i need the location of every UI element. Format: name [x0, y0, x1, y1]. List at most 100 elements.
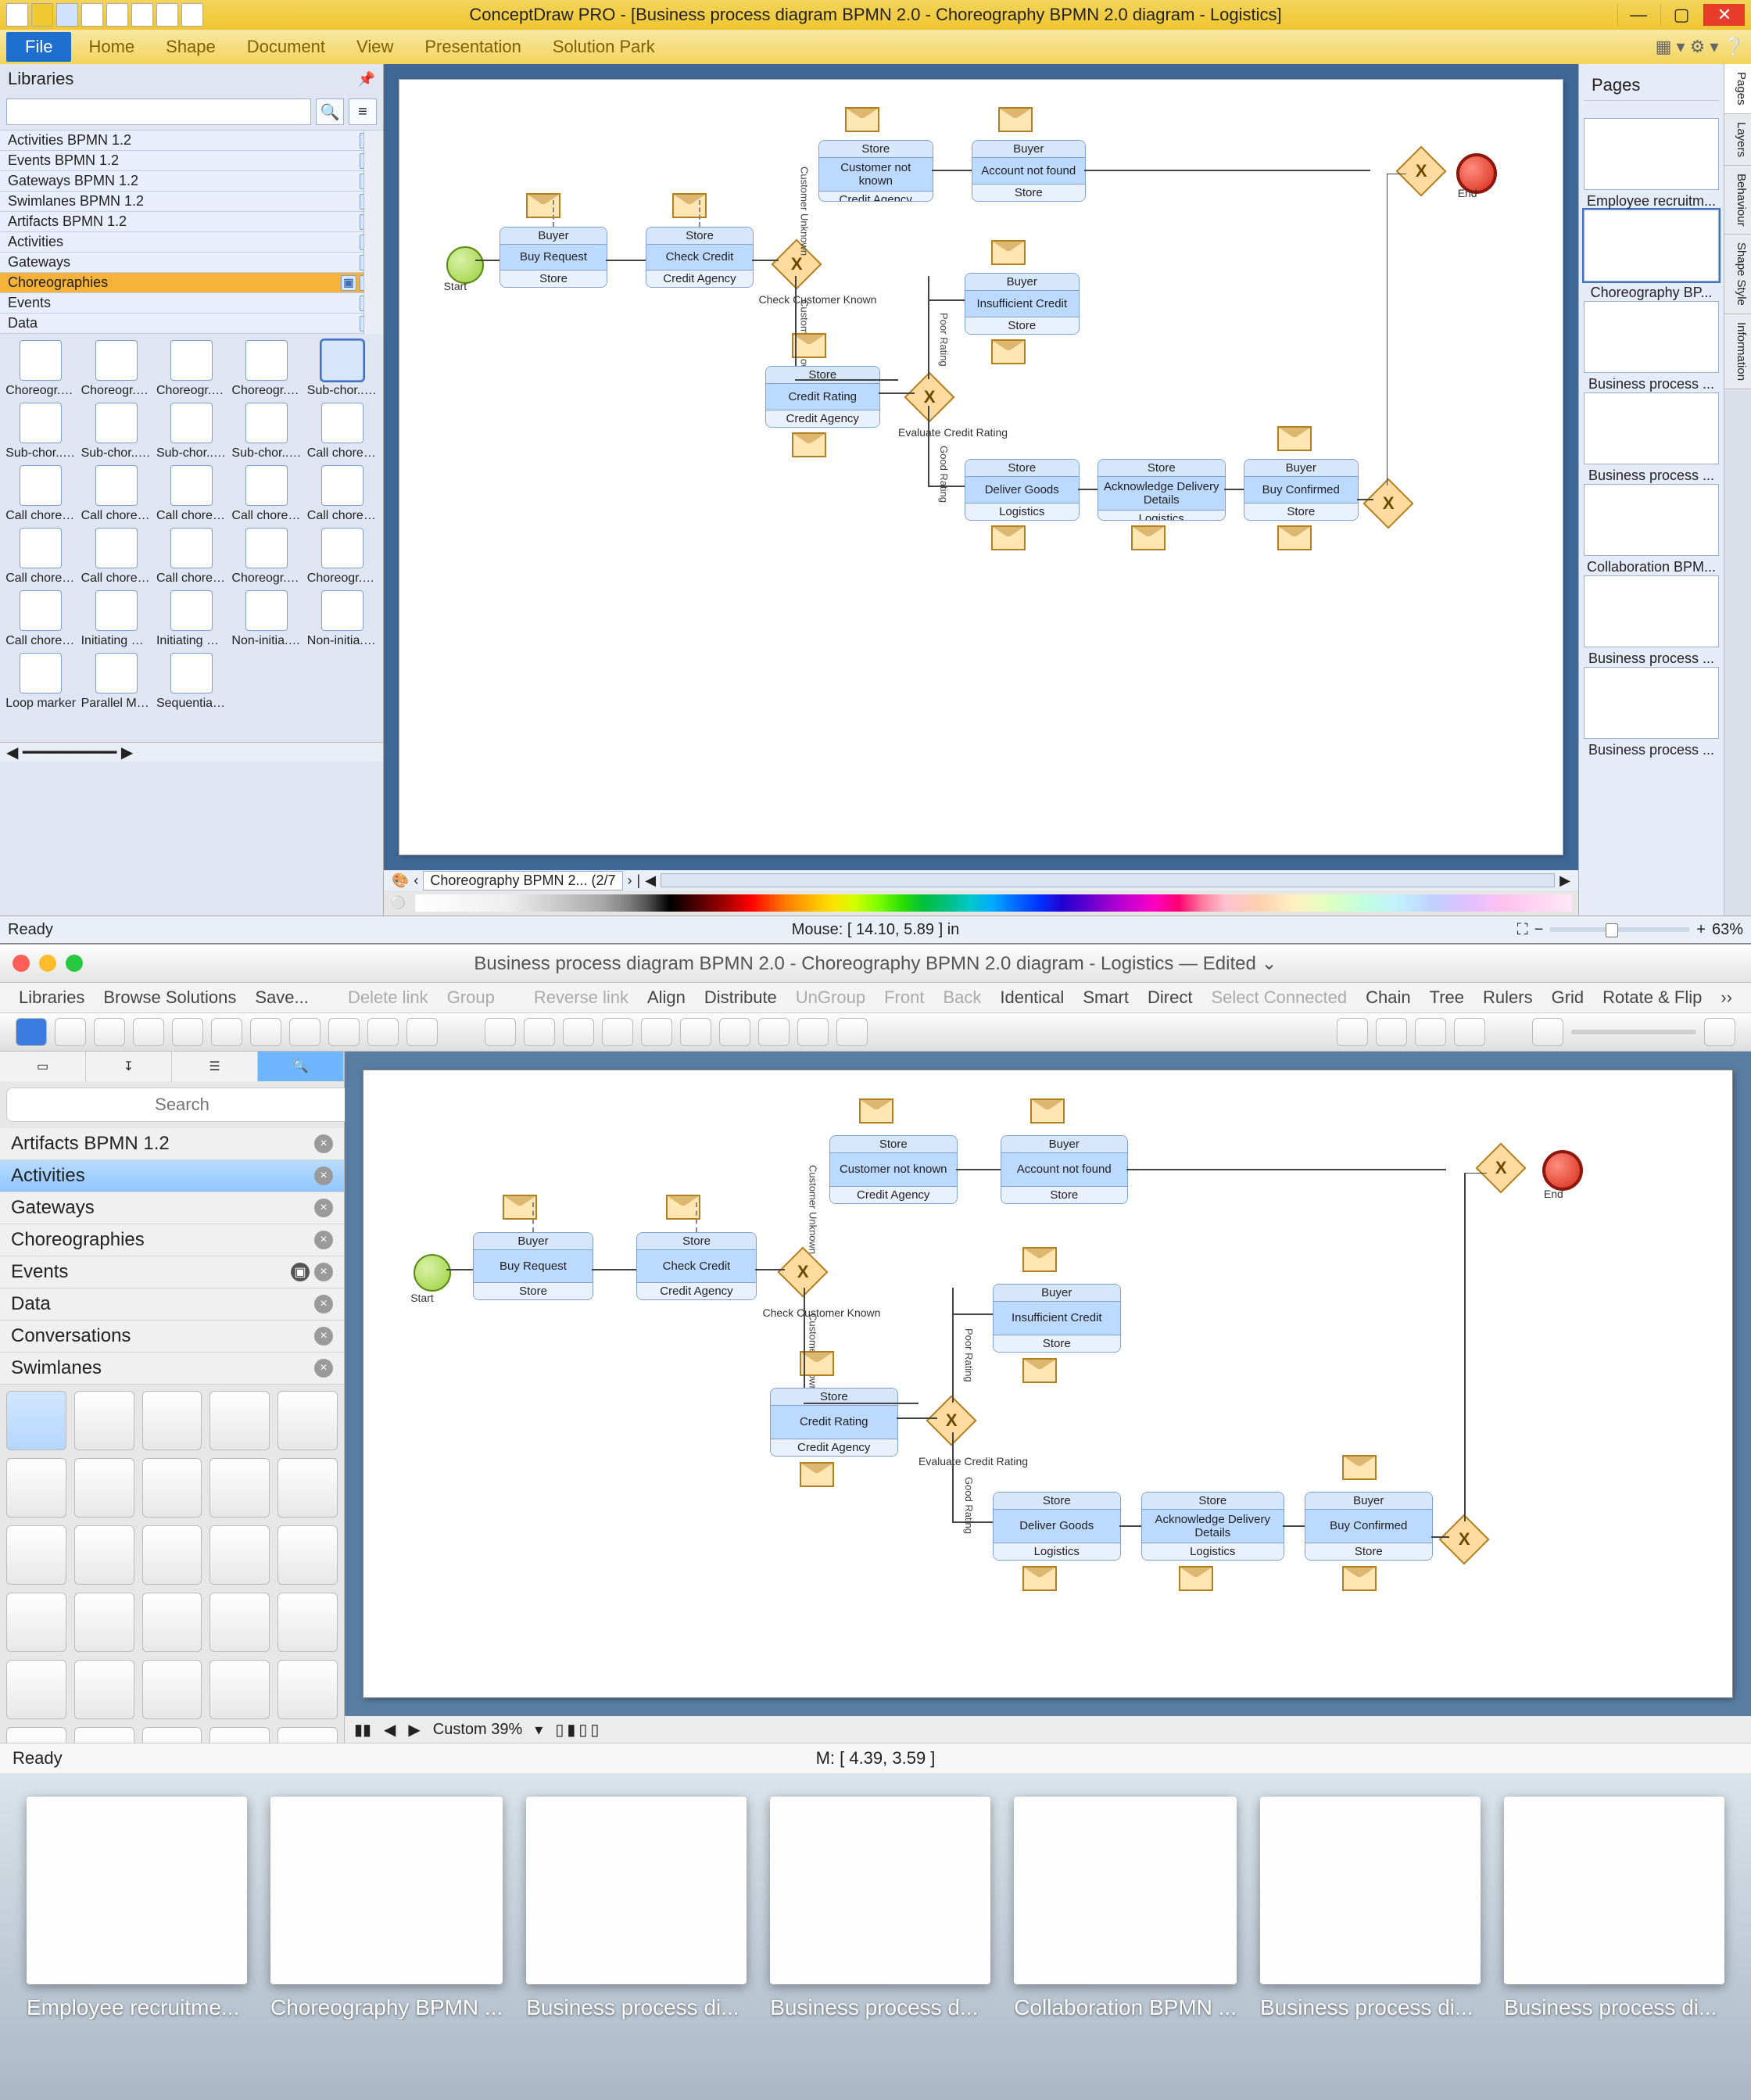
- task-buy_request[interactable]: BuyerBuy RequestStore: [500, 227, 607, 288]
- shape-item[interactable]: [278, 1593, 338, 1652]
- shape-item[interactable]: [6, 1660, 66, 1719]
- remove-icon[interactable]: ×: [314, 1166, 333, 1185]
- lib-cat[interactable]: Events BPMN 1.2: [8, 152, 119, 169]
- menu-item[interactable]: Smart: [1083, 987, 1129, 1008]
- menu-item[interactable]: Tree: [1430, 987, 1464, 1008]
- task-credit_rating[interactable]: StoreCredit RatingCredit Agency: [765, 366, 880, 428]
- overflow-icon[interactable]: ››: [1721, 987, 1732, 1008]
- prev-icon[interactable]: ◀: [384, 1720, 396, 1740]
- shape-item[interactable]: Parallel MI marker: [80, 653, 152, 711]
- zoom-out-icon[interactable]: [1532, 1018, 1563, 1046]
- tool-button[interactable]: [133, 1018, 164, 1046]
- tool-button[interactable]: [641, 1018, 672, 1046]
- task-cust_not_known[interactable]: StoreCustomer not knownCredit Agency: [818, 140, 933, 202]
- shape-item[interactable]: [6, 1727, 66, 1743]
- menu-item[interactable]: Grid: [1552, 987, 1584, 1008]
- tool-button[interactable]: [836, 1018, 868, 1046]
- shape-item[interactable]: [278, 1525, 338, 1585]
- zoom-dropdown-icon[interactable]: ▾: [535, 1720, 542, 1740]
- shape-item[interactable]: Sequential MI marker: [156, 653, 227, 711]
- minimize-button[interactable]: —: [1617, 4, 1659, 26]
- menu-item[interactable]: Reverse link: [534, 987, 628, 1008]
- shape-item[interactable]: Call choreogr...: [156, 528, 227, 586]
- page-thumb[interactable]: Business process ...: [1584, 667, 1719, 758]
- shape-item[interactable]: Sub-chor... - sequenti...: [80, 403, 152, 460]
- menu-item[interactable]: Direct: [1148, 987, 1192, 1008]
- qat-icon[interactable]: [156, 3, 178, 27]
- lib-cat[interactable]: Choreographies: [8, 274, 108, 291]
- zoom-slider[interactable]: [1549, 927, 1690, 932]
- search-options-button[interactable]: ≡: [349, 99, 377, 125]
- gateway[interactable]: X: [1475, 1142, 1526, 1193]
- shape-item[interactable]: Choreogr... task - sequ...: [156, 340, 227, 398]
- lib-cat[interactable]: Artifacts BPMN 1.2: [8, 213, 127, 230]
- menu-item[interactable]: Identical: [1000, 987, 1064, 1008]
- tool-button[interactable]: [485, 1018, 516, 1046]
- tab-presentation[interactable]: Presentation: [410, 32, 535, 62]
- file-tab[interactable]: File: [6, 32, 71, 62]
- qat-icon[interactable]: [56, 3, 78, 27]
- tool-button[interactable]: [406, 1018, 438, 1046]
- remove-icon[interactable]: ×: [314, 1359, 333, 1378]
- shape-item[interactable]: [74, 1593, 134, 1652]
- page-thumb[interactable]: Collaboration BPM...: [1584, 484, 1719, 575]
- thumbnail-card[interactable]: Business process d...: [770, 1797, 990, 2020]
- page-thumb[interactable]: Employee recruitm...: [1584, 118, 1719, 210]
- gateway[interactable]: X: [1438, 1514, 1489, 1564]
- pan-tool[interactable]: [1376, 1018, 1407, 1046]
- qat-icon[interactable]: [31, 3, 53, 27]
- shape-item[interactable]: [278, 1391, 338, 1450]
- task-acct_not_found[interactable]: BuyerAccount not foundStore: [972, 140, 1087, 202]
- thumbnail-card[interactable]: Business process di...: [526, 1797, 747, 2020]
- eyedropper-icon[interactable]: [1415, 1018, 1446, 1046]
- mac-titlebar[interactable]: Business process diagram BPMN 2.0 - Chor…: [0, 944, 1751, 983]
- page-thumb[interactable]: Choreography BP...: [1584, 210, 1719, 301]
- menu-item[interactable]: Distribute: [704, 987, 777, 1008]
- shape-item[interactable]: Call choreogr...: [5, 590, 77, 648]
- title-bar[interactable]: ConceptDraw PRO - [Business process diag…: [0, 0, 1751, 30]
- sidetab-pages[interactable]: Pages: [1724, 64, 1751, 114]
- next-icon[interactable]: ▶: [408, 1720, 420, 1740]
- shape-item[interactable]: [278, 1727, 338, 1743]
- task-ack_delivery[interactable]: StoreAcknowledge Delivery DetailsLogisti…: [1141, 1492, 1284, 1561]
- tool-button[interactable]: [719, 1018, 750, 1046]
- library-search-input[interactable]: [6, 99, 311, 125]
- shape-item[interactable]: [142, 1391, 202, 1450]
- qat-icon[interactable]: [81, 3, 103, 27]
- sidetab-behaviour[interactable]: Behaviour: [1724, 166, 1751, 235]
- task-buy_request[interactable]: BuyerBuy RequestStore: [473, 1232, 593, 1301]
- tool-button[interactable]: [94, 1018, 125, 1046]
- measure-icon[interactable]: [1454, 1018, 1485, 1046]
- shape-item[interactable]: Call choreogr...: [80, 528, 152, 586]
- shape-item[interactable]: Choreogr... task - par...: [231, 340, 303, 398]
- tool-button[interactable]: [328, 1018, 360, 1046]
- close-button[interactable]: ✕: [1703, 4, 1745, 26]
- shape-item[interactable]: Initiating message t...: [156, 590, 227, 648]
- shape-item[interactable]: [6, 1525, 66, 1585]
- remove-icon[interactable]: ×: [314, 1263, 333, 1281]
- shape-item[interactable]: [142, 1458, 202, 1518]
- lib-cat[interactable]: Data: [8, 315, 38, 331]
- shape-item[interactable]: [74, 1458, 134, 1518]
- start-event[interactable]: [446, 246, 484, 284]
- tool-button[interactable]: [524, 1018, 555, 1046]
- remove-icon[interactable]: ×: [314, 1134, 333, 1153]
- close-icon[interactable]: [13, 955, 30, 972]
- task-insuff_credit[interactable]: BuyerInsufficient CreditStore: [993, 1284, 1121, 1353]
- view-tab[interactable]: 🔍: [258, 1052, 344, 1081]
- tool-button[interactable]: [680, 1018, 711, 1046]
- palette-gradient[interactable]: [415, 894, 1572, 912]
- color-picker-icon[interactable]: 🎨: [392, 873, 409, 889]
- shape-item[interactable]: Call choreogr...: [80, 465, 152, 523]
- drawing-canvas[interactable]: StartBuyerBuy RequestStoreStoreCheck Cre…: [363, 1070, 1732, 1697]
- shape-item[interactable]: [6, 1593, 66, 1652]
- shape-item[interactable]: [74, 1525, 134, 1585]
- cat[interactable]: Choreographies: [11, 1229, 145, 1251]
- menu-item[interactable]: UnGroup: [796, 987, 865, 1008]
- shape-item[interactable]: Sub-chor... - collapsed: [306, 340, 378, 398]
- page-tab-bar[interactable]: 🎨 ‹ Choreography BPMN 2... (2/7 ›|◀ ▶: [384, 870, 1578, 891]
- thumbnail-card[interactable]: Employee recruitme...: [27, 1797, 247, 2020]
- menu-item[interactable]: Select Connected: [1211, 987, 1347, 1008]
- lib-cat[interactable]: Gateways: [8, 254, 70, 271]
- qat-icon[interactable]: [6, 3, 28, 27]
